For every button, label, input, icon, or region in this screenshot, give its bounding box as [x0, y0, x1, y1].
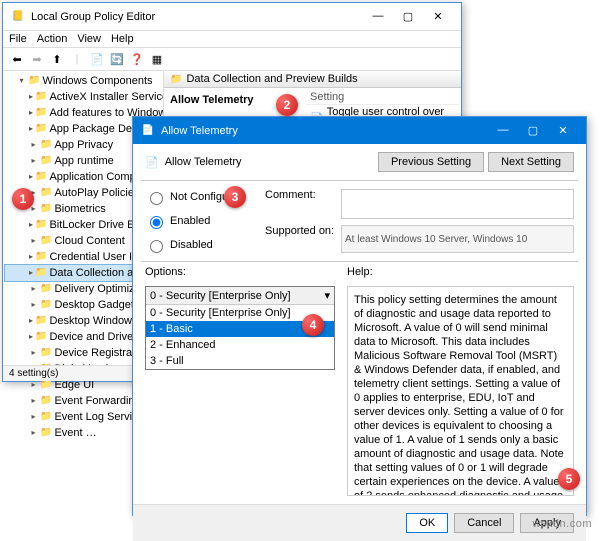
dialog-titlebar[interactable]: 📄 Allow Telemetry — ▢ ✕ — [133, 117, 586, 144]
supported-on-box: At least Windows 10 Server, Windows 10 — [341, 225, 574, 253]
folder-icon: 📁 — [170, 74, 182, 85]
tree-root[interactable]: ▾📁 Windows Components — [5, 73, 161, 89]
dlg-minimize-button[interactable]: — — [488, 122, 518, 139]
column-header-setting[interactable]: Setting — [306, 90, 459, 105]
supported-label: Supported on: — [265, 225, 335, 237]
maximize-button[interactable]: ▢ — [393, 8, 423, 25]
combo-option[interactable]: 2 - Enhanced — [146, 337, 334, 353]
help-panel: This policy setting determines the amoun… — [347, 286, 574, 496]
menu-file[interactable]: File — [9, 33, 27, 45]
watermark: wsxdn.com — [532, 518, 592, 530]
telemetry-dialog: 📄 Allow Telemetry — ▢ ✕ 📄 Allow Telemetr… — [132, 116, 587, 516]
refresh-icon[interactable]: 🔄 — [109, 51, 125, 67]
gpedit-titlebar[interactable]: 📒 Local Group Policy Editor — ▢ ✕ — [3, 3, 461, 31]
close-button[interactable]: ✕ — [423, 8, 453, 25]
forward-icon[interactable]: ➡ — [29, 51, 45, 67]
back-icon[interactable]: ⬅ — [9, 51, 25, 67]
gpedit-icon: 📒 — [11, 10, 25, 24]
up-icon[interactable]: ⬆ — [49, 51, 65, 67]
gpedit-title: Local Group Policy Editor — [31, 11, 363, 23]
menu-view[interactable]: View — [77, 33, 101, 45]
comment-input[interactable] — [341, 189, 574, 219]
next-setting-button[interactable]: Next Setting — [488, 152, 574, 172]
folder-icon: 📁 — [28, 73, 40, 89]
combo-selected: 0 - Security [Enterprise Only] — [150, 290, 291, 302]
menubar: File Action View Help — [3, 31, 461, 48]
marker-1: 1 — [12, 188, 34, 210]
list-header: 📁 Data Collection and Preview Builds — [164, 71, 461, 88]
previous-setting-button[interactable]: Previous Setting — [378, 152, 484, 172]
dlg-maximize-button[interactable]: ▢ — [518, 122, 548, 139]
radio-disabled[interactable]: Disabled — [145, 237, 255, 253]
toolbar: ⬅ ➡ ⬆ | 📄 🔄 ❓ ▦ — [3, 48, 461, 71]
options-label: Options: — [145, 266, 335, 278]
menu-help[interactable]: Help — [111, 33, 134, 45]
dialog-title: Allow Telemetry — [161, 125, 488, 137]
marker-5: 5 — [558, 468, 580, 490]
cancel-button[interactable]: Cancel — [454, 513, 514, 533]
ok-button[interactable]: OK — [406, 513, 448, 533]
dlg-close-button[interactable]: ✕ — [548, 122, 578, 139]
desc-title: Allow Telemetry — [170, 94, 254, 106]
dialog-subtitle: 📄 Allow Telemetry — [145, 156, 242, 169]
minimize-button[interactable]: — — [363, 8, 393, 25]
filter-icon[interactable]: ▦ — [149, 51, 165, 67]
help-paragraph-1: This policy setting determines the amoun… — [354, 293, 567, 496]
page-icon: 📄 — [145, 156, 159, 169]
combo-option[interactable]: 3 - Full — [146, 353, 334, 369]
comment-label: Comment: — [265, 189, 335, 201]
marker-2: 2 — [276, 94, 298, 116]
help-label: Help: — [347, 266, 537, 278]
chevron-down-icon[interactable]: ▾ — [324, 289, 330, 302]
marker-4: 4 — [302, 314, 324, 336]
tool-icon[interactable]: 📄 — [89, 51, 105, 67]
radio-enabled[interactable]: Enabled — [145, 213, 255, 229]
dialog-icon: 📄 — [141, 124, 155, 138]
tree-item[interactable]: ▸📁ActiveX Installer Service — [5, 89, 161, 105]
menu-action[interactable]: Action — [37, 33, 68, 45]
marker-3: 3 — [224, 186, 246, 208]
help-icon[interactable]: ❓ — [129, 51, 145, 67]
